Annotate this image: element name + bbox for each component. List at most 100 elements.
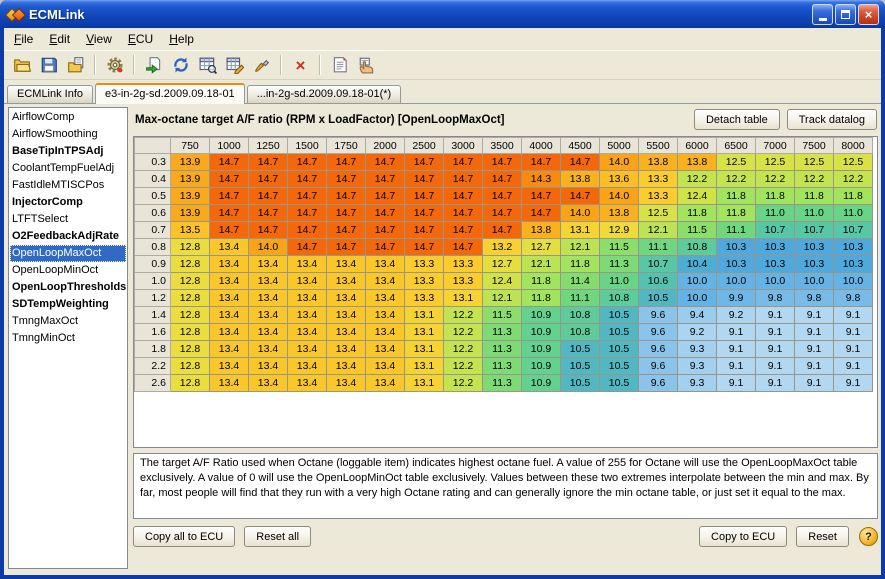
cell-4000-0.7[interactable]: 13.8	[522, 222, 561, 239]
cell-1000-2.2[interactable]: 13.4	[210, 358, 249, 375]
cell-7000-0.6[interactable]: 11.0	[756, 205, 795, 222]
cell-2500-1.2[interactable]: 13.3	[405, 290, 444, 307]
cell-7500-1.6[interactable]: 9.1	[795, 324, 834, 341]
cell-1750-0.7[interactable]: 14.7	[327, 222, 366, 239]
tab-1[interactable]: e3-in-2g-sd.2009.09.18-01	[95, 83, 245, 104]
cell-7500-0.8[interactable]: 10.3	[795, 239, 834, 256]
maximize-button[interactable]	[835, 4, 856, 25]
cell-3000-0.8[interactable]: 14.7	[444, 239, 483, 256]
col-header-6500[interactable]: 6500	[717, 138, 756, 154]
cell-1000-0.3[interactable]: 14.7	[210, 154, 249, 171]
cell-6000-0.6[interactable]: 11.8	[678, 205, 717, 222]
col-header-5000[interactable]: 5000	[600, 138, 639, 154]
cell-7500-0.3[interactable]: 12.5	[795, 154, 834, 171]
cell-4500-0.9[interactable]: 11.8	[561, 256, 600, 273]
cell-1750-1.6[interactable]: 13.4	[327, 324, 366, 341]
sidebar-item-tmngmaxoct[interactable]: TmngMaxOct	[10, 313, 126, 330]
cell-6000-0.9[interactable]: 10.4	[678, 256, 717, 273]
cell-4500-1.6[interactable]: 10.8	[561, 324, 600, 341]
cell-3500-0.8[interactable]: 13.2	[483, 239, 522, 256]
file-manager-icon[interactable]	[63, 53, 88, 78]
cell-7500-0.9[interactable]: 10.3	[795, 256, 834, 273]
view-table-icon[interactable]	[195, 53, 220, 78]
cell-6500-0.4[interactable]: 12.2	[717, 171, 756, 188]
cell-6000-0.8[interactable]: 10.8	[678, 239, 717, 256]
tools-icon[interactable]	[249, 53, 274, 78]
cell-6000-2.2[interactable]: 9.3	[678, 358, 717, 375]
cell-4000-0.6[interactable]: 14.7	[522, 205, 561, 222]
cell-2000-0.7[interactable]: 14.7	[366, 222, 405, 239]
close-button[interactable]: ×	[858, 4, 879, 25]
cell-2000-0.9[interactable]: 13.4	[366, 256, 405, 273]
minimize-button[interactable]	[812, 4, 833, 25]
cell-1000-1.4[interactable]: 13.4	[210, 307, 249, 324]
menu-ecu[interactable]: ECU	[120, 29, 161, 49]
col-header-2000[interactable]: 2000	[366, 138, 405, 154]
cell-5500-2.2[interactable]: 9.6	[639, 358, 678, 375]
cell-1000-0.8[interactable]: 13.4	[210, 239, 249, 256]
cell-1500-1.8[interactable]: 13.4	[288, 341, 327, 358]
sync-ecu-icon[interactable]	[168, 53, 193, 78]
cell-7500-1.0[interactable]: 10.0	[795, 273, 834, 290]
cell-4000-1.8[interactable]: 10.9	[522, 341, 561, 358]
delete-icon[interactable]: ×	[288, 53, 313, 78]
cell-6000-1.8[interactable]: 9.3	[678, 341, 717, 358]
cell-2500-1.4[interactable]: 13.1	[405, 307, 444, 324]
cell-1500-2.6[interactable]: 13.4	[288, 375, 327, 392]
cell-6000-0.7[interactable]: 11.5	[678, 222, 717, 239]
cell-3000-2.6[interactable]: 12.2	[444, 375, 483, 392]
cell-1500-0.5[interactable]: 14.7	[288, 188, 327, 205]
cell-6000-1.6[interactable]: 9.2	[678, 324, 717, 341]
cell-8000-0.9[interactable]: 10.3	[834, 256, 873, 273]
cell-6000-0.3[interactable]: 13.8	[678, 154, 717, 171]
col-header-1750[interactable]: 1750	[327, 138, 366, 154]
row-header-0.6[interactable]: 0.6	[135, 205, 171, 222]
menu-file[interactable]: File	[6, 29, 41, 49]
cell-6500-1.4[interactable]: 9.2	[717, 307, 756, 324]
cell-1250-1.2[interactable]: 13.4	[249, 290, 288, 307]
cell-750-0.8[interactable]: 12.8	[171, 239, 210, 256]
cell-6500-0.6[interactable]: 11.8	[717, 205, 756, 222]
cell-7500-0.5[interactable]: 11.8	[795, 188, 834, 205]
cell-1750-0.5[interactable]: 14.7	[327, 188, 366, 205]
live-data-icon[interactable]	[354, 53, 379, 78]
cell-7500-1.4[interactable]: 9.1	[795, 307, 834, 324]
row-header-1.2[interactable]: 1.2	[135, 290, 171, 307]
col-header-2500[interactable]: 2500	[405, 138, 444, 154]
cell-750-1.6[interactable]: 12.8	[171, 324, 210, 341]
cell-1250-0.3[interactable]: 14.7	[249, 154, 288, 171]
cell-7000-0.4[interactable]: 12.2	[756, 171, 795, 188]
cell-1500-1.6[interactable]: 13.4	[288, 324, 327, 341]
cell-6000-1.2[interactable]: 10.0	[678, 290, 717, 307]
cell-2500-2.6[interactable]: 13.1	[405, 375, 444, 392]
cell-1250-0.6[interactable]: 14.7	[249, 205, 288, 222]
cell-3500-2.6[interactable]: 11.3	[483, 375, 522, 392]
cell-6000-1.0[interactable]: 10.0	[678, 273, 717, 290]
cell-2000-2.2[interactable]: 13.4	[366, 358, 405, 375]
cell-4500-1.2[interactable]: 11.1	[561, 290, 600, 307]
cell-3000-0.5[interactable]: 14.7	[444, 188, 483, 205]
sidebar-item-openloopminoct[interactable]: OpenLoopMinOct	[10, 262, 126, 279]
cell-1500-2.2[interactable]: 13.4	[288, 358, 327, 375]
cell-1250-0.7[interactable]: 14.7	[249, 222, 288, 239]
cell-1750-0.9[interactable]: 13.4	[327, 256, 366, 273]
cell-8000-2.2[interactable]: 9.1	[834, 358, 873, 375]
cell-1250-1.8[interactable]: 13.4	[249, 341, 288, 358]
cell-7000-1.8[interactable]: 9.1	[756, 341, 795, 358]
col-header-4000[interactable]: 4000	[522, 138, 561, 154]
settings-icon[interactable]	[102, 53, 127, 78]
cell-750-0.9[interactable]: 12.8	[171, 256, 210, 273]
cell-6500-0.8[interactable]: 10.3	[717, 239, 756, 256]
title-bar[interactable]: ECMLink ×	[0, 0, 885, 28]
cell-1500-0.8[interactable]: 14.7	[288, 239, 327, 256]
cell-3500-0.6[interactable]: 14.7	[483, 205, 522, 222]
cell-4500-2.2[interactable]: 10.5	[561, 358, 600, 375]
cell-6500-0.5[interactable]: 11.8	[717, 188, 756, 205]
cell-4000-2.6[interactable]: 10.9	[522, 375, 561, 392]
menu-edit[interactable]: Edit	[41, 29, 78, 49]
cell-2500-0.8[interactable]: 14.7	[405, 239, 444, 256]
tab-0[interactable]: ECMLink Info	[7, 85, 93, 103]
row-header-1.4[interactable]: 1.4	[135, 307, 171, 324]
cell-6500-1.2[interactable]: 9.9	[717, 290, 756, 307]
read-from-ecu-icon[interactable]	[141, 53, 166, 78]
